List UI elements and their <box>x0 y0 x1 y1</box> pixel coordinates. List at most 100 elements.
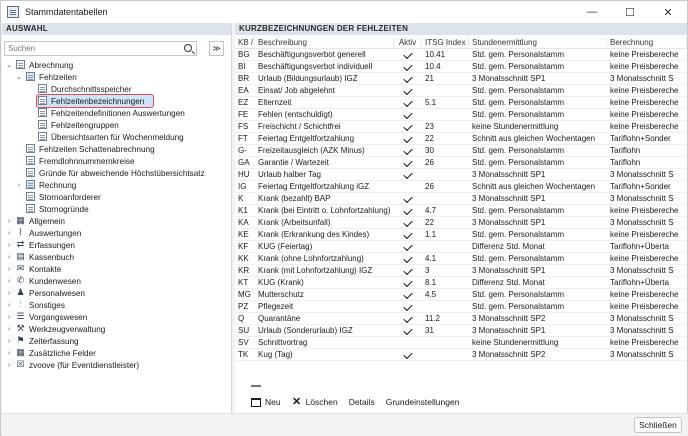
basic-settings-button[interactable]: Grundeinstellungen <box>386 397 460 407</box>
chevron-right-icon[interactable]: › <box>5 326 13 333</box>
tree-item[interactable]: › ☒ zvoove (für Eventdienstleister) <box>2 359 231 371</box>
table-row[interactable]: SU Urlaub (Sonderurlaub) IGZ 31 3 Monatssch… <box>235 325 687 337</box>
table-row[interactable]: BI Beschäftigungsverbot individuell 10.4 St… <box>235 61 687 73</box>
tree-item[interactable]: › ⫶ Sonstiges <box>2 299 231 311</box>
tree-item[interactable]: Stornogründe <box>2 203 231 215</box>
tree-item[interactable]: › Rechnung <box>2 179 231 191</box>
column-header-description[interactable]: Beschreibung <box>255 37 394 48</box>
chevron-down-icon[interactable]: ⌄ <box>5 61 13 69</box>
details-button[interactable]: Details <box>349 397 375 407</box>
hours-determination-cell: Schnitt aus gleichen Wochentagen <box>472 182 596 191</box>
table-row[interactable]: BG Beschäftigungsverbot generell 10.41 Std.… <box>235 49 687 61</box>
tree-item[interactable]: › ▤ Kassenbuch <box>2 251 231 263</box>
table-row[interactable]: K1 Krank (bei Eintritt o. Lohnfortzahlung… <box>235 205 687 217</box>
new-button[interactable]: Neu <box>251 397 281 407</box>
table-row[interactable]: KK Krank (ohne Lohnfortzahlung) 4.1 Std. ge… <box>235 253 687 265</box>
chevron-right-icon[interactable]: › <box>5 290 13 297</box>
table-row[interactable]: TK Kug (Tag) 3 Monatsschnitt SP2 3 Monatssc… <box>235 349 687 361</box>
close-button[interactable]: Schließen <box>634 417 682 433</box>
table-row[interactable]: BR Urlaub (Bildungsurlaub) IGZ 21 3 Monatss… <box>235 73 687 85</box>
tree-item[interactable]: Gründe für abweichende Höchstübersichtsa… <box>2 167 231 179</box>
collapse-all-button[interactable]: ≫ <box>209 41 224 56</box>
table-row[interactable]: SV Schnittvortrag keine Stundenermittlung k… <box>235 337 687 349</box>
table-row[interactable]: HU Urlaub halber Tag 3 Monatsschnitt SP1 3 … <box>235 169 687 181</box>
table-row[interactable]: KT KUG (Krank) 8.1 Differenz Std. Monat Tari… <box>235 277 687 289</box>
table-row[interactable]: FE Fehlen (entschuldigt) Std. gem. Persona… <box>235 109 687 121</box>
tree-item[interactable]: ⌄ Abrechnung <box>2 59 231 71</box>
grid-toolbar: Neu ✕ Löschen Details Grundeinstellungen <box>251 395 470 409</box>
calculation-cell: 3 Monatsschnitt S <box>610 194 674 203</box>
horizontal-scrollbar[interactable] <box>251 385 261 387</box>
close-window-button[interactable]: ✕ <box>649 1 687 23</box>
tree-item[interactable]: ⌄ Fehlzeiten <box>2 71 231 83</box>
table-row[interactable]: Q Quarantäne 11.2 3 Monatsschnitt SP2 3 Mona… <box>235 313 687 325</box>
column-header-itsg-index[interactable]: ITSG Index <box>422 37 469 48</box>
tree-item[interactable]: › ⚑ Zeiterfassung <box>2 335 231 347</box>
tree-item[interactable]: Übersichtsarten für Wochenmeldung <box>2 131 231 143</box>
table-row[interactable]: KA Krank (Arbeitsunfall) 22 3 Monatsschnitt… <box>235 217 687 229</box>
tree-item[interactable]: › ⚒ Werkzeugverwaltung <box>2 323 231 335</box>
table-row[interactable]: FS Freischicht / Schichtfrei 23 keine Stund… <box>235 121 687 133</box>
chevron-right-icon[interactable]: › <box>5 362 13 369</box>
tree-item[interactable]: › ▦ Allgemein <box>2 215 231 227</box>
grid-header-row: KB / Beschreibung Aktiv ITSG Index Stund… <box>235 37 687 49</box>
tree-item[interactable]: › ✉ Kontakte <box>2 263 231 275</box>
chevron-right-icon[interactable]: › <box>5 230 13 237</box>
column-header-calculation[interactable]: Berechnung <box>607 37 687 48</box>
table-row[interactable]: PZ Pflegezeit Std. gem. Personalstamm keine… <box>235 301 687 313</box>
tree-item-label: Fehlzeitengruppen <box>51 120 119 130</box>
tree-item[interactable]: Fehlzeitengruppen <box>2 119 231 131</box>
column-header-hours-determination[interactable]: Stundenermittlung <box>469 37 607 48</box>
calculation-cell: keine Preisbereche <box>610 230 679 239</box>
minimize-button[interactable]: — <box>573 1 611 23</box>
table-row[interactable]: KR Krank (mit Lohnfortzahlung) IGZ 3 3 Mona… <box>235 265 687 277</box>
tree-item[interactable]: › ♟ Personalwesen <box>2 287 231 299</box>
table-row[interactable]: K Krank (bezahlt) BAP 3 Monatsschnitt SP1 3… <box>235 193 687 205</box>
absence-codes-grid[interactable]: KB / Beschreibung Aktiv ITSG Index Stund… <box>235 37 687 361</box>
table-row[interactable]: MG Mutterschutz 4.5 Std. gem. Personalstamm… <box>235 289 687 301</box>
search-icon[interactable] <box>184 44 192 52</box>
tree-item[interactable]: Fehlzeitendefinitionen Auswertungen <box>2 107 231 119</box>
column-header-kb[interactable]: KB / <box>235 37 255 48</box>
search-field[interactable] <box>4 41 197 56</box>
table-row[interactable]: EA Einsat/ Job abgelehnt Std. gem. Persona… <box>235 85 687 97</box>
tree-item[interactable]: › ▦ Zusätzliche Felder <box>2 347 231 359</box>
table-row[interactable]: KF KUG (Feiertag) Differenz Std. Monat Tari… <box>235 241 687 253</box>
table-row[interactable]: GA Garantie / Wartezeit 26 Std. gem. Person… <box>235 157 687 169</box>
chevron-right-icon[interactable]: › <box>5 314 13 321</box>
active-cell <box>394 301 422 312</box>
chevron-right-icon[interactable]: › <box>5 266 13 273</box>
tree-item[interactable]: Stornoanforderer <box>2 191 231 203</box>
description-cell: Fehlen (entschuldigt) <box>258 110 333 119</box>
tree-item-label: zvoove (für Eventdienstleister) <box>29 360 140 370</box>
hours-determination-cell: Std. gem. Personalstamm <box>472 302 565 311</box>
chevron-down-icon[interactable]: ⌄ <box>15 73 23 81</box>
chevron-right-icon[interactable]: › <box>5 254 13 261</box>
tree-item[interactable]: Fehlzeitenbezeichnungen <box>2 94 231 108</box>
chevron-right-icon[interactable]: › <box>5 350 13 357</box>
tree-item[interactable]: Fehlzeiten Schattenabrechnung <box>2 143 231 155</box>
tree-item[interactable]: › ☰ Vorgangswesen <box>2 311 231 323</box>
selection-header: AUSWAHL <box>2 23 231 35</box>
chevron-right-icon[interactable]: › <box>5 302 13 309</box>
tree-item[interactable]: › ⌇ Auswertungen <box>2 227 231 239</box>
chevron-right-icon[interactable]: › <box>5 278 13 285</box>
chevron-right-icon[interactable]: › <box>5 338 13 345</box>
column-header-active[interactable]: Aktiv <box>394 37 422 48</box>
chevron-right-icon[interactable]: › <box>15 182 23 189</box>
tree-item[interactable]: › ⇄ Erfassungen <box>2 239 231 251</box>
chevron-right-icon[interactable]: › <box>5 242 13 249</box>
table-row[interactable]: EZ Elternzeit 5.1 Std. gem. Personalstamm ke… <box>235 97 687 109</box>
main-window: Stammdatentabellen — ☐ ✕ AUSWAHL ≫ ⌄ Abre… <box>0 0 688 436</box>
table-row[interactable]: FT Feiertag Entgeltfortzahlung 22 Schnitt a… <box>235 133 687 145</box>
table-row[interactable]: IG Feiertag Entgeltfortzahlung iGZ 26 Schni… <box>235 181 687 193</box>
hours-determination-cell: Std. gem. Personalstamm <box>472 206 565 215</box>
table-row[interactable]: G- Freizeitausgleich (AZK Minus) 30 Std. ge… <box>235 145 687 157</box>
maximize-button[interactable]: ☐ <box>611 1 649 23</box>
chevron-right-icon[interactable]: › <box>5 218 13 225</box>
tree-item[interactable]: Fremdlohnnummernkreise <box>2 155 231 167</box>
table-row[interactable]: KE Krank (Erkrankung des Kindes) 1.1 Std. g… <box>235 229 687 241</box>
tree-item[interactable]: › ✆ Kundenwesen <box>2 275 231 287</box>
search-input[interactable] <box>8 44 178 53</box>
delete-button[interactable]: ✕ Löschen <box>292 396 338 407</box>
